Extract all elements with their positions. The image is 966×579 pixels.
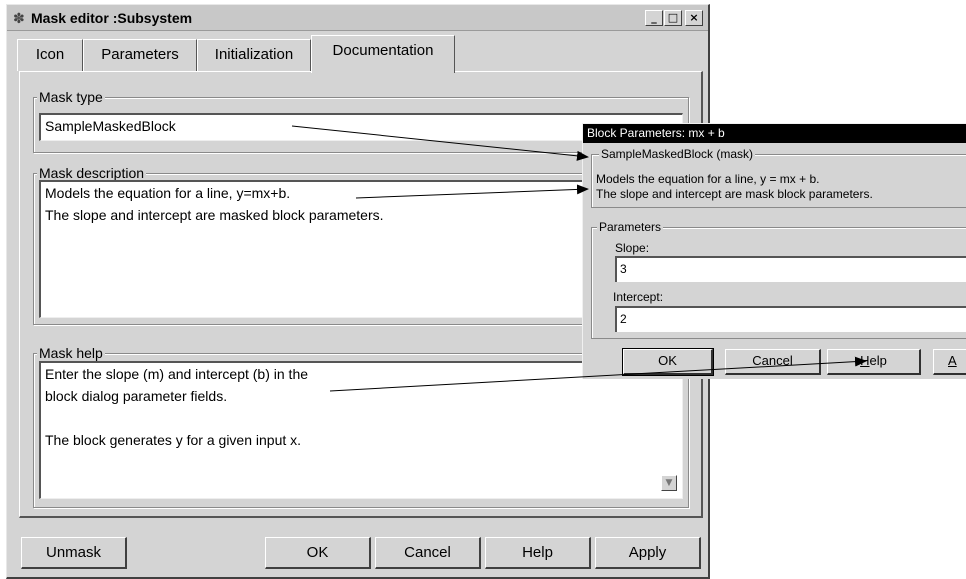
- mask-type-label: Mask type: [37, 89, 105, 105]
- help-label-rest: elp: [869, 353, 887, 368]
- slope-input[interactable]: 3: [615, 256, 966, 282]
- unmask-button[interactable]: Unmask: [21, 537, 127, 569]
- tab-icon[interactable]: Icon: [17, 39, 83, 71]
- block-ok-button[interactable]: OK: [622, 348, 714, 376]
- parameters-label: Parameters: [597, 220, 664, 234]
- tab-documentation[interactable]: Documentation: [311, 35, 455, 73]
- mask-description-label: Mask description: [37, 165, 147, 181]
- mask-help-textarea[interactable]: Enter the slope (m) and intercept (b) in…: [39, 361, 683, 499]
- help-button[interactable]: Help: [485, 537, 591, 569]
- ok-button[interactable]: OK: [265, 537, 371, 569]
- close-button[interactable]: ×: [685, 10, 703, 26]
- apply-button[interactable]: Apply: [595, 537, 701, 569]
- block-description-line-2: The slope and intercept are mask block p…: [596, 187, 873, 201]
- intercept-label: Intercept:: [613, 290, 664, 304]
- window-title: Mask editor :Subsystem: [31, 10, 193, 26]
- block-parameters-title: Block Parameters: mx + b: [583, 124, 966, 143]
- apply-label-partial: A: [948, 353, 957, 368]
- title-bar[interactable]: ✽ Mask editor :Subsystem _ □ ×: [7, 5, 708, 31]
- tab-initialization[interactable]: Initialization: [197, 39, 311, 71]
- help-line-4: The block generates y for a given input …: [45, 432, 302, 448]
- help-line-3: [45, 407, 678, 429]
- block-parameters-dialog: Block Parameters: mx + b SampleMaskedBlo…: [582, 123, 966, 379]
- minimize-button[interactable]: _: [645, 10, 663, 26]
- block-description-line-1: Models the equation for a line, y = mx +…: [596, 172, 820, 186]
- slope-label: Slope:: [615, 241, 650, 255]
- cancel-button[interactable]: Cancel: [375, 537, 481, 569]
- mask-help-label: Mask help: [37, 345, 105, 361]
- scroll-down-arrow-icon[interactable]: ▼: [661, 475, 677, 491]
- tab-parameters[interactable]: Parameters: [83, 39, 197, 71]
- maximize-button[interactable]: □: [664, 10, 682, 26]
- help-mnemonic: H: [860, 353, 870, 368]
- help-line-2: block dialog parameter fields.: [45, 388, 228, 404]
- block-cancel-button[interactable]: Cancel: [725, 349, 821, 375]
- matlab-window-icon: ✽: [13, 10, 25, 26]
- intercept-input[interactable]: 2: [615, 306, 966, 332]
- block-apply-button[interactable]: A: [933, 349, 966, 375]
- block-group-label: SampleMaskedBlock (mask): [599, 147, 756, 161]
- block-help-button[interactable]: Help: [827, 349, 921, 375]
